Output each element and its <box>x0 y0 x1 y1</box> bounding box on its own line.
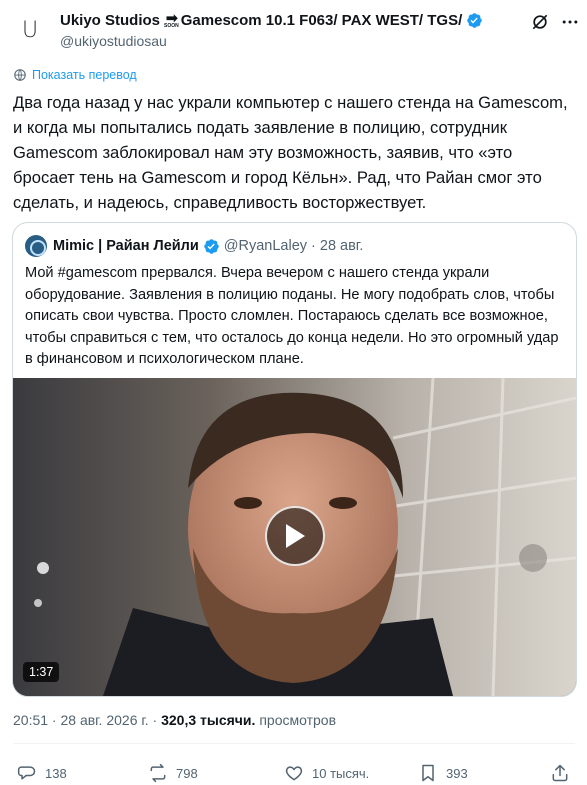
tweet-timestamp[interactable]: 20:51 · 28 авг. 2026 г. · <box>13 712 161 728</box>
repost-count: 798 <box>176 765 198 781</box>
tweet-header: U Ukiyo Studios ➡ SOON Gamescom 10.1 F06… <box>0 0 587 62</box>
bookmark-button[interactable]: 393 <box>418 763 468 783</box>
bookmark-icon <box>422 764 434 782</box>
translate-link[interactable]: Показать перевод <box>13 68 137 82</box>
heart-icon <box>285 766 303 781</box>
author-name-row[interactable]: Ukiyo Studios ➡ SOON Gamescom 10.1 F063/… <box>60 11 483 29</box>
video-duration: 1:37 <box>23 662 60 682</box>
reply-count: 138 <box>45 765 67 781</box>
soon-label: SOON <box>164 23 179 29</box>
more-options-icon[interactable] <box>560 12 580 32</box>
quoted-verified-badge-icon <box>204 238 219 254</box>
play-icon <box>286 524 305 548</box>
reply-button[interactable]: 138 <box>17 763 67 783</box>
divider <box>13 743 575 744</box>
soon-arrow-emoji: ➡ SOON <box>164 10 179 29</box>
like-count: 10 тысяч. <box>312 765 370 781</box>
quoted-author-name[interactable]: Mimic | Райан Лейли <box>53 238 199 254</box>
author-name[interactable]: Ukiyo Studios <box>60 12 160 29</box>
verified-badge-icon <box>467 12 483 28</box>
video-player[interactable]: 1:37 <box>13 378 576 696</box>
repost-button[interactable]: 798 <box>148 763 198 783</box>
tweet-meta: 20:51 · 28 авг. 2026 г. · 320,3 тысячи. … <box>13 712 336 728</box>
author-avatar[interactable]: U <box>13 13 47 47</box>
translate-label[interactable]: Показать перевод <box>32 68 137 82</box>
quoted-tweet-text: Мой #gamescom прервался. Вчера вечером с… <box>25 265 559 367</box>
quoted-separator: · <box>311 238 316 254</box>
view-count: 320,3 тысячи. <box>161 712 256 728</box>
views-label: просмотров <box>259 712 337 728</box>
translate-icon <box>14 69 26 81</box>
grok-icon[interactable] <box>530 12 550 32</box>
quoted-author-handle[interactable]: @RyanLaley <box>224 238 307 254</box>
repost-icon <box>150 763 166 783</box>
share-icon <box>552 764 568 782</box>
author-handle[interactable]: @ukiyostudiosau <box>60 33 167 49</box>
avatar-letter: U <box>21 17 39 43</box>
reply-icon <box>17 766 36 780</box>
quoted-tweet-header: Mimic | Райан Лейли @RyanLaley · 28 авг. <box>25 235 363 257</box>
quoted-tweet[interactable]: Mimic | Райан Лейли @RyanLaley · 28 авг.… <box>12 222 577 697</box>
action-bar: 138 798 10 тысяч. 393 <box>0 755 587 785</box>
play-button[interactable] <box>265 506 325 566</box>
like-button[interactable]: 10 тысяч. <box>284 763 369 783</box>
quoted-author-avatar[interactable] <box>25 235 47 257</box>
tweet-text: Два года назад у нас украли компьютер с … <box>13 93 568 212</box>
author-name-suffix[interactable]: Gamescom 10.1 F063/ PAX WEST/ TGS/ <box>181 12 463 29</box>
bookmark-count: 393 <box>446 765 468 781</box>
quoted-date[interactable]: 28 авг. <box>320 238 363 254</box>
share-button[interactable] <box>550 763 578 783</box>
